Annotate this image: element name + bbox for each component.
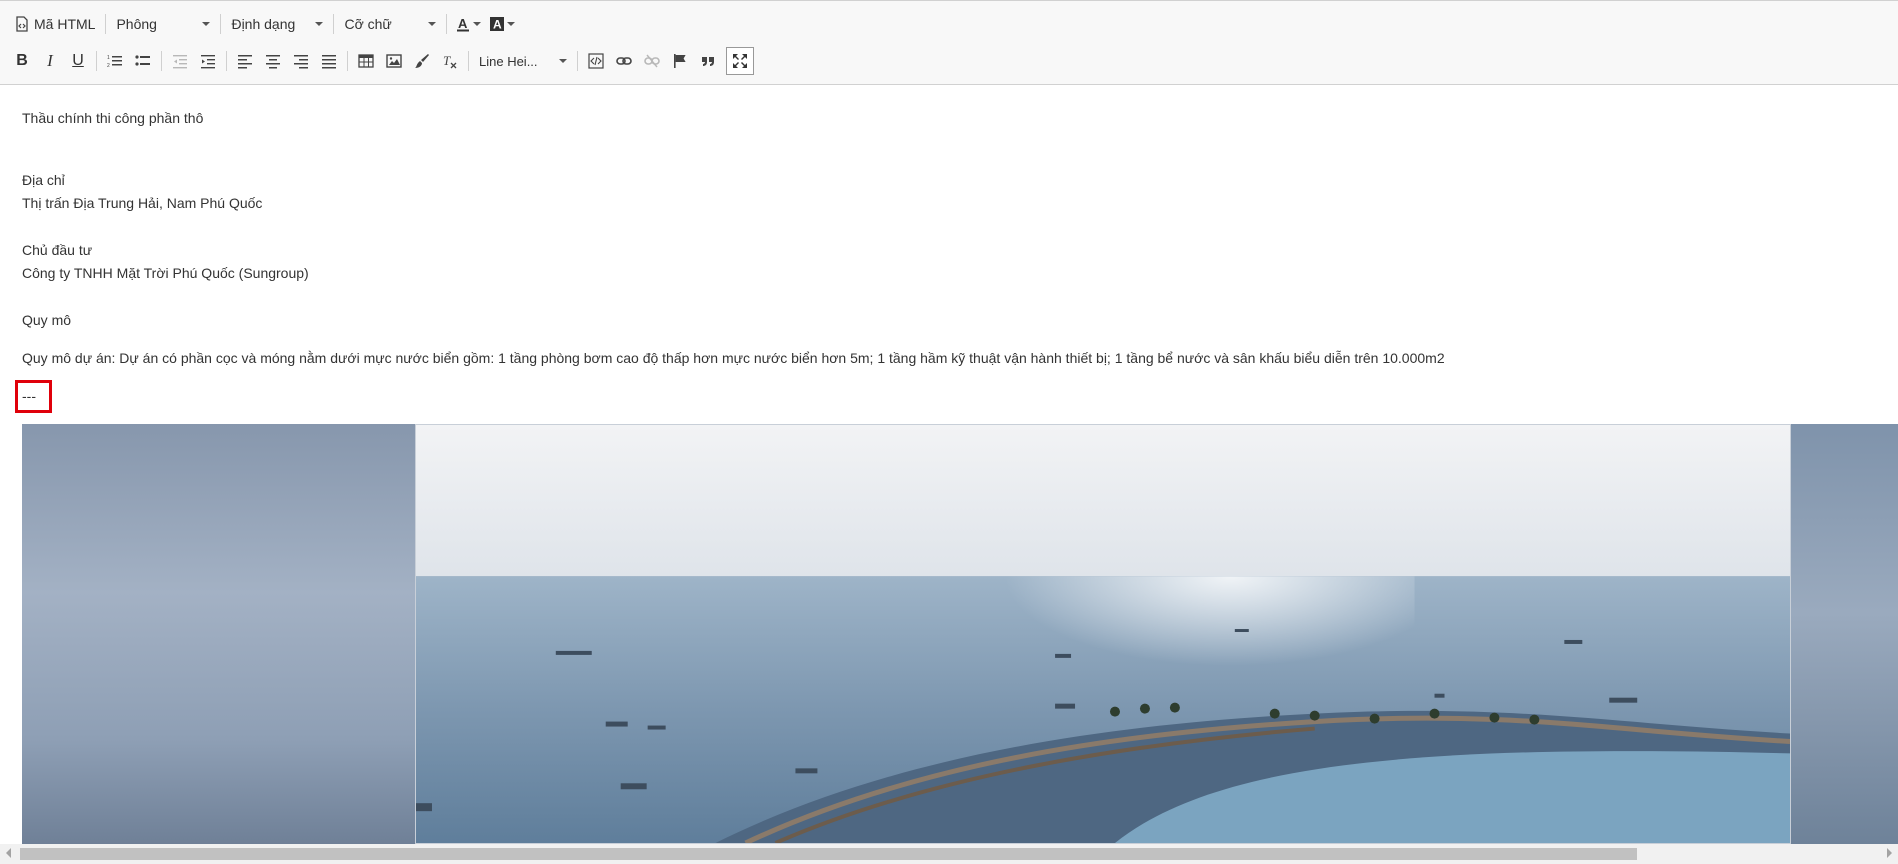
- unlink-icon: [644, 54, 660, 68]
- paragraph-scale-description: Quy mô dự án: Dự án có phần cọc và móng …: [22, 350, 1445, 366]
- image-blurred-right-panel: [1791, 424, 1898, 844]
- format-painter-button[interactable]: [408, 47, 436, 75]
- font-size-dropdown[interactable]: Cỡ chữ: [338, 10, 442, 38]
- selection-highlight-box: [15, 380, 52, 413]
- editor-toolbar: Mã HTML Phông Định dạng Cỡ chữ A A B I U…: [0, 1, 1898, 85]
- link-icon: [616, 57, 632, 65]
- anchor-button[interactable]: [666, 47, 694, 75]
- separator: [220, 14, 222, 34]
- justify-button[interactable]: [315, 47, 343, 75]
- separator: [577, 51, 578, 71]
- paragraph-investor-heading: Chủ đầu tư: [22, 242, 93, 258]
- chevron-down-icon: [559, 59, 567, 63]
- separator: [96, 51, 97, 71]
- numbered-list-icon: 1 2: [107, 55, 122, 69]
- separator: [347, 51, 348, 71]
- chevron-down-icon: [428, 22, 437, 26]
- separator: [161, 51, 162, 71]
- toolbar-row-1: Mã HTML Phông Định dạng Cỡ chữ A A: [8, 9, 519, 39]
- bulleted-list-icon: [135, 55, 150, 66]
- font-dropdown[interactable]: Phông: [110, 10, 216, 38]
- align-center-icon: [266, 55, 280, 69]
- fullscreen-icon: [733, 54, 747, 68]
- outdent-icon: [173, 55, 187, 69]
- insert-link-button[interactable]: [610, 47, 638, 75]
- svg-text:T: T: [443, 53, 451, 68]
- scrollbar-thumb[interactable]: [20, 848, 1637, 860]
- align-right-icon: [294, 55, 308, 69]
- source-code-button[interactable]: Mã HTML: [8, 10, 101, 38]
- svg-text:A: A: [493, 18, 502, 32]
- format-dropdown[interactable]: Định dạng: [225, 10, 329, 38]
- quote-icon: [702, 57, 714, 66]
- chevron-down-icon: [315, 22, 324, 26]
- editor-content[interactable]: Thầu chính thi công phần thô Địa chỉ Thị…: [0, 85, 1898, 844]
- image-icon: [386, 54, 402, 68]
- align-left-button[interactable]: [231, 47, 259, 75]
- align-left-icon: [238, 55, 252, 69]
- line-height-dropdown-label: Line Hei...: [479, 53, 538, 69]
- code-view-button[interactable]: [582, 47, 610, 75]
- separator: [468, 51, 469, 71]
- indent-icon: [201, 55, 215, 69]
- insert-table-button[interactable]: [352, 47, 380, 75]
- format-dropdown-label: Định dạng: [231, 16, 296, 32]
- scroll-right-arrow-icon[interactable]: [1887, 848, 1892, 858]
- paragraph-address-heading: Địa chỉ: [22, 172, 65, 188]
- chevron-down-icon: [473, 22, 482, 26]
- table-icon: [358, 54, 374, 68]
- increase-indent-button[interactable]: [194, 47, 222, 75]
- decrease-indent-button[interactable]: [166, 47, 194, 75]
- svg-text:A: A: [458, 16, 468, 31]
- clear-format-icon: T: [443, 53, 457, 69]
- paragraph-main-contractor: Thầu chính thi công phần thô: [22, 110, 204, 126]
- separator: [446, 14, 448, 34]
- line-height-dropdown[interactable]: Line Hei...: [473, 47, 573, 75]
- unlink-button[interactable]: [638, 47, 666, 75]
- sea-resort-photo: [415, 424, 1791, 844]
- flag-icon: [674, 54, 686, 68]
- underline-button[interactable]: U: [64, 47, 92, 75]
- background-color-icon: A: [490, 17, 505, 32]
- text-color-button[interactable]: A: [451, 10, 485, 38]
- toolbar-row-2: B I U 1 2 T Line Hei...: [8, 46, 754, 76]
- separator: [226, 51, 227, 71]
- numbered-list-button[interactable]: 1 2: [101, 47, 129, 75]
- chevron-down-icon: [507, 22, 516, 26]
- align-right-button[interactable]: [287, 47, 315, 75]
- embedded-image[interactable]: [22, 424, 1898, 844]
- align-justify-icon: [322, 55, 336, 69]
- paragraph-address-value: Thị trấn Địa Trung Hải, Nam Phú Quốc: [22, 195, 263, 211]
- fullscreen-button[interactable]: [726, 47, 754, 75]
- font-size-dropdown-label: Cỡ chữ: [344, 16, 392, 32]
- bold-button[interactable]: B: [8, 47, 36, 75]
- font-dropdown-label: Phông: [116, 16, 157, 32]
- paint-brush-icon: [415, 54, 429, 68]
- separator: [333, 14, 335, 34]
- chevron-down-icon: [202, 22, 211, 26]
- background-color-button[interactable]: A: [485, 10, 519, 38]
- clear-format-button[interactable]: T: [436, 47, 464, 75]
- text-color-icon: A: [457, 16, 470, 32]
- bulleted-list-button[interactable]: [129, 47, 157, 75]
- blockquote-button[interactable]: [694, 47, 722, 75]
- paragraph-investor-value: Công ty TNHH Mặt Trời Phú Quốc (Sungroup…: [22, 265, 309, 281]
- source-code-label: Mã HTML: [34, 16, 96, 32]
- source-code-icon: [16, 16, 28, 32]
- code-view-icon: [588, 53, 604, 69]
- align-center-button[interactable]: [259, 47, 287, 75]
- paragraph-scale-heading: Quy mô: [22, 312, 72, 328]
- separator: [105, 14, 107, 34]
- horizontal-scrollbar[interactable]: [0, 844, 1898, 864]
- insert-image-button[interactable]: [380, 47, 408, 75]
- rich-text-editor: Mã HTML Phông Định dạng Cỡ chữ A A B I U…: [0, 0, 1898, 864]
- image-blurred-left-panel: [22, 424, 415, 844]
- scroll-left-arrow-icon[interactable]: [6, 848, 11, 858]
- svg-text:1: 1: [107, 55, 110, 61]
- svg-text:2: 2: [107, 63, 110, 69]
- italic-button[interactable]: I: [36, 47, 64, 75]
